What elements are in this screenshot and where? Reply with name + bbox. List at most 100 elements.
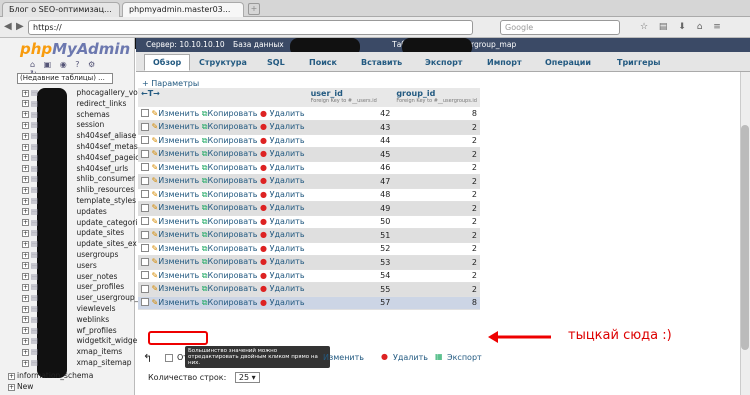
row-copy-link[interactable]: Копировать [208,244,258,253]
expand-icon[interactable]: + [22,89,29,97]
cell-group-id[interactable]: 2 [393,242,480,256]
row-delete-link[interactable]: Удалить [270,149,305,158]
row-edit-link[interactable]: Изменить [158,217,199,226]
expand-icon[interactable]: + [22,154,29,162]
cell-group-id[interactable]: 2 [393,188,480,202]
cell-group-id[interactable]: 8 [393,296,480,310]
table-row[interactable]: ✎Изменить ⧉Копировать ● Удалить 51 2 [138,228,480,243]
table-row[interactable]: ✎Изменить ⧉Копировать ● Удалить 53 2 [138,255,480,270]
cell-user-id[interactable]: 45 [307,147,394,162]
cell-user-id[interactable]: 47 [307,174,394,189]
row-checkbox[interactable] [141,257,149,266]
row-copy-link[interactable]: Копировать [208,176,258,185]
tab-structure[interactable]: Структура [190,54,256,71]
row-delete-link[interactable]: Удалить [270,257,305,266]
table-row[interactable]: ✎Изменить ⧉Копировать ● Удалить 43 2 [138,120,480,135]
row-edit-link[interactable]: Изменить [158,298,199,307]
bulk-delete-button[interactable]: Удалить [393,353,428,362]
row-checkbox[interactable] [141,230,149,239]
row-copy-link[interactable]: Копировать [208,298,258,307]
cell-group-id[interactable]: 8 [393,107,480,121]
row-copy-link[interactable]: Копировать [208,257,258,266]
tab-export[interactable]: Экспорт [416,54,471,71]
expand-icon[interactable]: + [22,219,29,227]
sidebar-item-table[interactable]: + ▤ xmap_items [22,347,122,357]
bulk-export-button[interactable]: Экспорт [447,353,482,362]
row-edit-link[interactable]: Изменить [158,203,199,212]
expand-icon[interactable]: + [22,165,29,173]
row-edit-link[interactable]: Изменить [158,257,199,266]
expand-icon[interactable]: + [22,240,29,248]
cell-group-id[interactable]: 2 [393,161,480,175]
check-all-checkbox[interactable] [165,353,173,362]
cell-group-id[interactable]: 2 [393,255,480,270]
scrollbar-thumb[interactable] [741,125,749,350]
breadcrumb-database[interactable]: База данных [233,40,284,49]
row-checkbox[interactable] [141,176,149,185]
row-delete-link[interactable]: Удалить [270,163,305,172]
cell-user-id[interactable]: 55 [307,282,394,297]
sidebar-item-table[interactable]: + ▤ session [22,120,104,130]
sidebar-item-table[interactable]: + ▤ user_usergroup_ [22,293,138,303]
sidebar-item-table[interactable]: + ▤ widgetkit_widge [22,336,137,346]
sidebar-item-table[interactable]: + ▤ sh404sef_metas [22,142,138,152]
expand-icon[interactable]: + [22,143,29,151]
expand-icon[interactable]: + [8,372,15,380]
sidebar-item-table[interactable]: + ▤ updates [22,207,107,217]
sort-arrows-header[interactable]: ←T→ [138,88,308,107]
column-header-user-id[interactable]: user_id Foreign Key to #__users.id [307,88,394,107]
sidebar-item-table[interactable]: + ▤ template_styles [22,196,136,206]
bulk-edit-button[interactable]: Изменить [323,353,364,362]
cell-group-id[interactable]: 2 [393,269,480,283]
column-header-group-id[interactable]: group_id Foreign Key to #__usergroups.id [393,88,480,107]
row-delete-link[interactable]: Удалить [270,284,305,293]
row-edit-link[interactable]: Изменить [158,230,199,239]
row-edit-link[interactable]: Изменить [158,190,199,199]
expand-icon[interactable]: + [22,229,29,237]
row-edit-link[interactable]: Изменить [158,149,199,158]
row-checkbox[interactable] [141,163,149,172]
expand-icon[interactable]: + [22,175,29,183]
expand-icon[interactable]: + [8,383,15,391]
row-delete-link[interactable]: Удалить [270,244,305,253]
table-row[interactable]: ✎Изменить ⧉Копировать ● Удалить 46 2 [138,161,480,175]
sidebar-item-table[interactable]: + ▤ shlib_consumer [22,174,135,184]
sidebar-item-table[interactable]: + ▤ sh404sef_urls [22,164,128,174]
tab-insert[interactable]: Вставить [352,54,411,71]
cell-group-id[interactable]: 2 [393,228,480,243]
sidebar-item-table[interactable]: + ▤ redirect_links [22,99,126,109]
cell-user-id[interactable]: 46 [307,161,394,175]
sidebar-item-table[interactable]: + ▤ shlib_resources [22,185,134,195]
row-copy-link[interactable]: Копировать [208,109,258,118]
sidebar-item-table[interactable]: + ▤ schemas [22,110,110,120]
row-copy-link[interactable]: Копировать [208,271,258,280]
breadcrumb-server[interactable]: Сервер: 10.10.10.10 [146,40,225,49]
tab-sql[interactable]: SQL [258,54,294,71]
table-row[interactable]: ✎Изменить ⧉Копировать ● Удалить 42 8 [138,107,480,121]
row-edit-link[interactable]: Изменить [158,163,199,172]
row-checkbox[interactable] [141,136,149,145]
cell-user-id[interactable]: 42 [307,107,394,121]
sidebar-item-table[interactable]: + ▤ usergroups [22,250,118,260]
table-row[interactable]: ✎Изменить ⧉Копировать ● Удалить 48 2 [138,188,480,202]
row-checkbox[interactable] [141,271,149,280]
expand-icon[interactable]: + [22,111,29,119]
row-delete-link[interactable]: Удалить [270,176,305,185]
row-checkbox[interactable] [141,284,149,293]
cell-group-id[interactable]: 2 [393,134,480,148]
tab-operations[interactable]: Операции [536,54,600,71]
expand-icon[interactable]: + [22,208,29,216]
cell-group-id[interactable]: 2 [393,120,480,135]
expand-icon[interactable]: + [22,348,29,356]
cell-user-id[interactable]: 48 [307,188,394,202]
sidebar-item-table[interactable]: + ▤ user_notes [22,272,117,282]
expand-icon[interactable]: + [22,316,29,324]
row-delete-link[interactable]: Удалить [270,271,305,280]
sidebar-root-item[interactable]: + information_schema [8,371,93,381]
row-edit-link[interactable]: Изменить [158,244,199,253]
search-engine-input[interactable]: Google [500,20,620,35]
sidebar-root-item[interactable]: + New [8,382,33,392]
row-checkbox[interactable] [141,122,149,131]
cell-user-id[interactable]: 54 [307,269,394,283]
back-icon[interactable]: ◀ [4,21,12,32]
